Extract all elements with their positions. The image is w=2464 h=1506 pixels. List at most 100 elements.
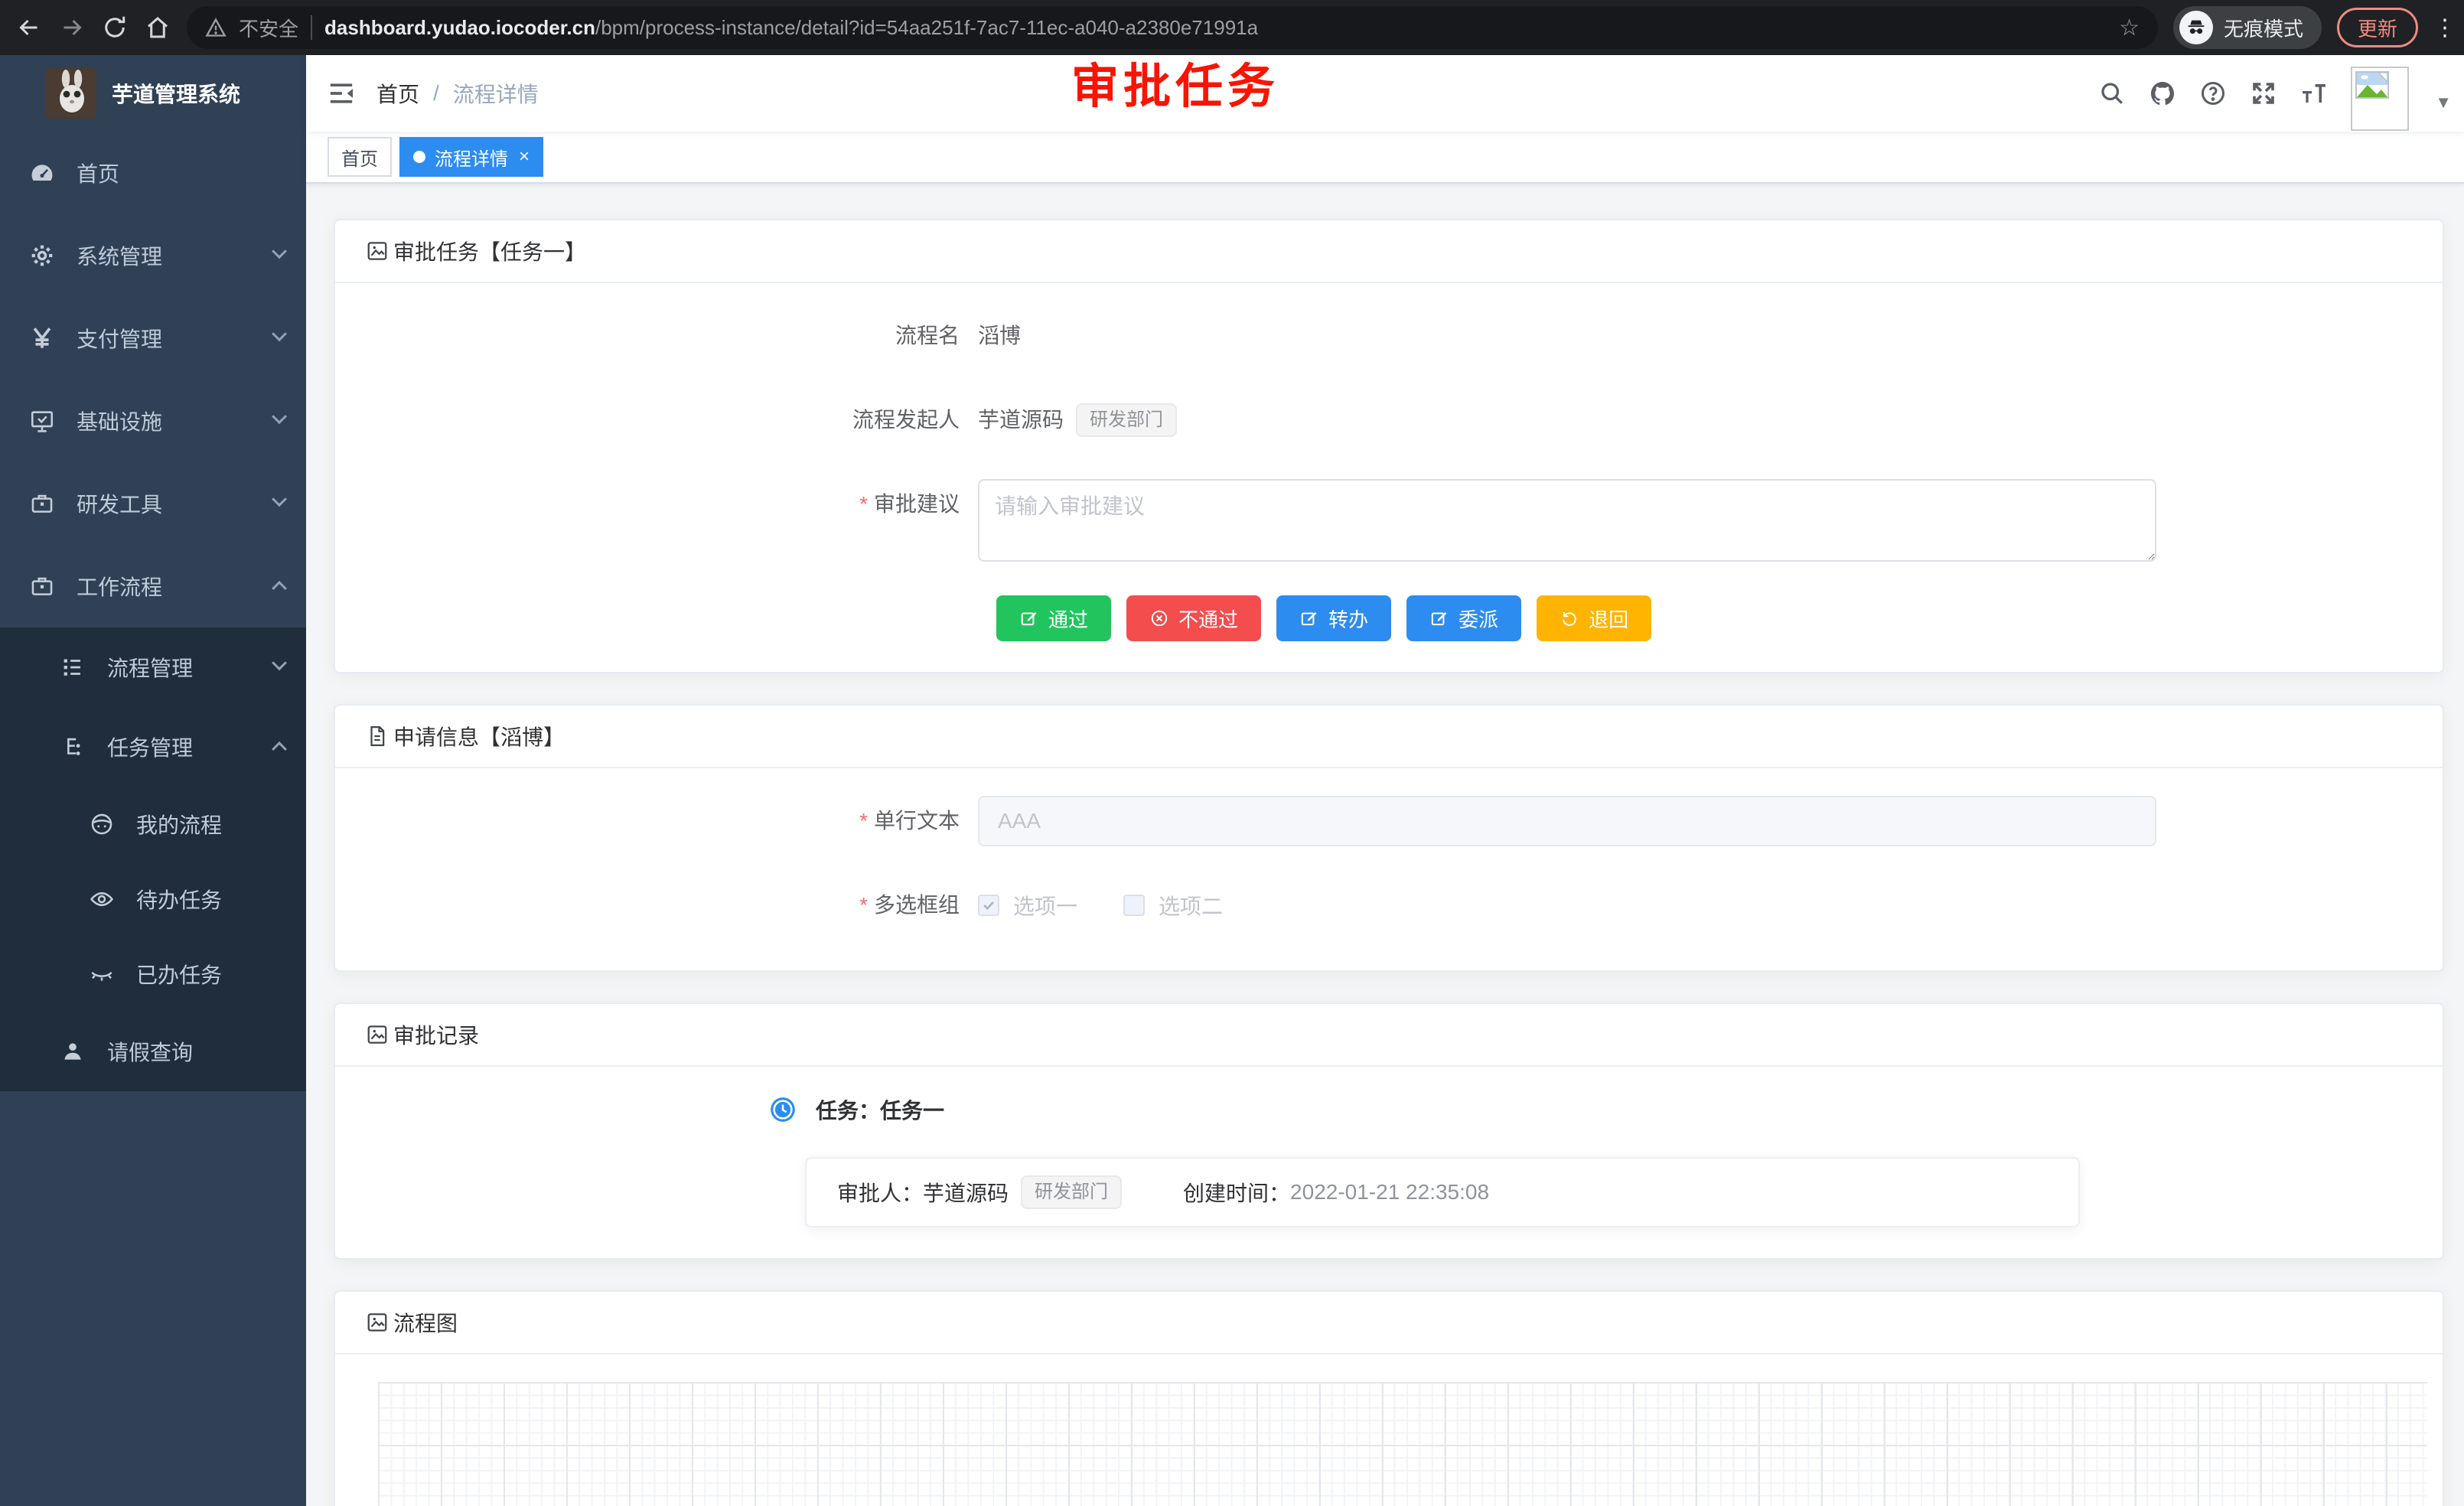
sidebar-item-task-mgmt[interactable]: 任务管理 (0, 707, 306, 787)
checkbox-checked-icon (978, 895, 999, 916)
face-icon (89, 811, 115, 837)
github-icon[interactable] (2149, 80, 2176, 107)
sidebar-item-label: 我的流程 (136, 809, 222, 839)
url-path: /bpm/process-instance/detail?id=54aa251f… (595, 16, 1258, 39)
active-dot-icon (413, 151, 425, 163)
sidebar-item-system[interactable]: 系统管理 (0, 214, 306, 297)
card-approval-task: 审批任务【任务一】 流程名 滔博 流程发起人 芋道源码 研发部门 (334, 219, 2444, 673)
home-icon[interactable] (144, 14, 171, 41)
sidebar-item-done-tasks[interactable]: 已办任务 (0, 937, 306, 1012)
bookmark-star-icon[interactable]: ☆ (2119, 15, 2140, 41)
app-logo (46, 68, 96, 119)
card-title: 审批任务【任务一】 (393, 236, 586, 266)
tab-home[interactable]: 首页 (328, 137, 392, 177)
incognito-icon (2179, 11, 2213, 44)
sidebar-logo-row[interactable]: 芋道管理系统 (0, 55, 306, 132)
document-icon (366, 725, 389, 748)
dashboard-icon (29, 160, 55, 186)
chevron-down-icon (272, 491, 287, 507)
eye-icon (89, 886, 115, 912)
reload-icon[interactable] (101, 14, 129, 41)
navbar-actions: ▼ (2098, 56, 2464, 131)
incognito-badge: 无痕模式 (2173, 6, 2322, 49)
field-single-text: *单行文本 (366, 796, 2412, 846)
sidebar-item-home[interactable]: 首页 (0, 132, 306, 214)
browser-update-button[interactable]: 更新 (2337, 8, 2418, 47)
single-text-input (978, 796, 2156, 846)
field-label: *单行文本 (366, 796, 978, 846)
checkbox-label: 选项一 (1013, 890, 1077, 921)
annotation-approval-task: 审批任务 (1071, 47, 1279, 116)
viewport: 不安全 dashboard.yudao.iocoder.cn/bpm/proce… (0, 0, 2464, 1506)
breadcrumb-separator: / (433, 81, 439, 106)
sidebar-toggle-button[interactable] (306, 55, 376, 132)
sidebar-item-process-mgmt[interactable]: 流程管理 (0, 628, 306, 707)
app-title: 芋道管理系统 (112, 78, 240, 109)
field-initiator: 流程发起人 芋道源码 研发部门 (366, 395, 2412, 445)
tab-close-icon[interactable]: × (519, 148, 530, 166)
avatar[interactable] (2351, 67, 2409, 131)
delegate-button[interactable]: 委派 (1406, 595, 1521, 641)
gear-icon (29, 243, 55, 269)
incognito-label: 无痕模式 (2224, 14, 2303, 42)
dept-tag: 研发部门 (1076, 403, 1177, 437)
checkbox-option-1: 选项一 (978, 890, 1077, 921)
chevron-down-icon (272, 326, 287, 341)
url-text[interactable]: dashboard.yudao.iocoder.cn/bpm/process-i… (324, 16, 1258, 40)
tab-process-detail[interactable]: 流程详情 × (399, 137, 543, 177)
sidebar-item-todo-tasks[interactable]: 待办任务 (0, 862, 306, 937)
breadcrumb-home[interactable]: 首页 (376, 78, 419, 109)
security-label[interactable]: 不安全 (239, 14, 298, 42)
approve-button[interactable]: 通过 (996, 595, 1111, 641)
help-icon[interactable] (2199, 80, 2227, 107)
sidebar-item-label: 基础设施 (77, 406, 162, 436)
breadcrumb: 首页 / 流程详情 (376, 78, 539, 109)
sidebar-item-my-process[interactable]: 我的流程 (0, 787, 306, 862)
security-warning-icon[interactable] (205, 17, 227, 38)
sidebar-item-label: 支付管理 (77, 323, 162, 354)
card-title: 审批记录 (393, 1019, 479, 1050)
approver-label: 审批人： (837, 1177, 923, 1208)
circle-close-icon (1149, 608, 1169, 628)
record-item-card: 审批人： 芋道源码 研发部门 创建时间： 2022-01-21 22:35:08 (805, 1157, 2080, 1227)
sidebar-item-infra[interactable]: 基础设施 (0, 380, 306, 462)
back-icon[interactable] (15, 14, 43, 41)
required-mark: * (859, 893, 868, 917)
sidebar-item-leave-query[interactable]: 请假查询 (0, 1012, 306, 1091)
search-icon[interactable] (2098, 80, 2126, 107)
sidebar-item-label: 系统管理 (77, 240, 162, 271)
edit-icon (1299, 608, 1319, 628)
sidebar-item-label: 请假查询 (107, 1036, 193, 1067)
user-icon (60, 1038, 86, 1064)
page-content: 审批任务【任务一】 流程名 滔博 流程发起人 芋道源码 研发部门 (306, 184, 2464, 1506)
yen-icon (29, 325, 55, 351)
return-button[interactable]: 退回 (1537, 595, 1651, 641)
sidebar-item-label: 已办任务 (136, 959, 222, 989)
address-bar[interactable]: 不安全 dashboard.yudao.iocoder.cn/bpm/proce… (187, 6, 2158, 49)
edit-icon (1429, 608, 1449, 628)
task-title: 任务：任务一 (816, 1094, 944, 1125)
create-time-value: 2022-01-21 22:35:08 (1290, 1180, 1489, 1204)
approver-value: 芋道源码 (923, 1177, 1009, 1208)
tab-label: 流程详情 (435, 144, 508, 171)
card-approval-records-header: 审批记录 (335, 1004, 2443, 1067)
transfer-button[interactable]: 转办 (1276, 595, 1391, 641)
clock-icon (768, 1095, 797, 1124)
card-title: 流程图 (393, 1307, 458, 1338)
sidebar-item-payment[interactable]: 支付管理 (0, 297, 306, 380)
suggestion-textarea[interactable] (978, 479, 2156, 562)
browser-menu-icon[interactable]: ⋮ (2433, 15, 2449, 41)
forward-icon[interactable] (58, 14, 86, 41)
dept-tag: 研发部门 (1021, 1175, 1122, 1209)
record-timeline: 任务：任务一 审批人： 芋道源码 研发部门 创建时间： 2022-01-21 2… (768, 1094, 2412, 1227)
sidebar-item-label: 任务管理 (107, 732, 193, 762)
fullscreen-icon[interactable] (2250, 80, 2277, 107)
sidebar-item-workflow[interactable]: 工作流程 (0, 545, 306, 628)
tags-view: 首页 流程详情 × (306, 132, 2464, 184)
sidebar-item-devtools[interactable]: 研发工具 (0, 462, 306, 545)
font-size-icon[interactable] (2300, 80, 2328, 107)
reject-button[interactable]: 不通过 (1126, 595, 1261, 641)
edit-icon (1019, 608, 1039, 628)
bpmn-canvas[interactable] (378, 1382, 2427, 1506)
avatar-caret-icon[interactable]: ▼ (2435, 74, 2452, 112)
